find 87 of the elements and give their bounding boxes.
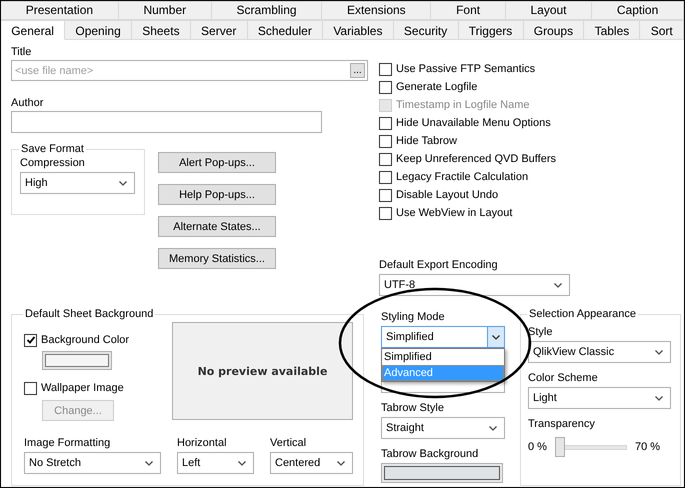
tab[interactable]: Tables <box>584 20 640 40</box>
tab[interactable]: Extensions <box>322 1 432 20</box>
field-label: Title <box>11 46 32 59</box>
checkbox[interactable] <box>379 62 392 76</box>
checkbox[interactable] <box>379 116 392 130</box>
chevron-down-icon <box>487 327 504 347</box>
group-title: Save Format <box>20 143 85 155</box>
checkbox-label[interactable]: Background Color <box>41 334 130 346</box>
browse-button[interactable]: ... <box>350 63 365 78</box>
field-label: Styling Mode <box>381 311 446 324</box>
checkbox-label[interactable]: Disable Layout Undo <box>396 189 498 201</box>
checkbox[interactable] <box>379 80 392 94</box>
field-label: Vertical <box>270 437 308 450</box>
checkbox-label[interactable]: Use WebView in Layout <box>396 207 512 219</box>
preview-text: No preview available <box>198 364 328 378</box>
group-title: Default Sheet Background <box>24 308 154 320</box>
tab[interactable]: Variables <box>323 20 394 40</box>
dialog-button[interactable]: Help Pop-ups... <box>158 184 276 205</box>
checkbox-label[interactable]: Hide Tabrow <box>396 135 457 147</box>
title-field[interactable]: <use file name> ... <box>11 60 368 81</box>
field-label: Color Scheme <box>528 372 599 385</box>
field-label: Compression <box>20 157 86 170</box>
checkbox[interactable] <box>379 134 392 148</box>
checkbox[interactable] <box>379 152 392 166</box>
field-label: Tabrow Style <box>381 402 445 415</box>
field-label: Image Formatting <box>24 437 112 450</box>
tab[interactable]: Caption <box>592 1 684 20</box>
dropdown-option[interactable]: Simplified <box>382 349 504 365</box>
checkbox[interactable] <box>379 170 392 184</box>
chevron-down-icon <box>119 181 127 186</box>
compression-dropdown[interactable]: High <box>20 172 135 194</box>
color-swatch[interactable] <box>381 463 503 483</box>
chevron-down-icon <box>655 396 663 401</box>
tab[interactable]: Presentation <box>1 1 119 20</box>
dialog-button[interactable]: Alternate States... <box>158 216 276 237</box>
styling-mode-dropdown[interactable]: Simplified <box>381 326 505 348</box>
slider-track[interactable] <box>554 437 627 457</box>
checkbox-label[interactable]: Generate Logfile <box>396 81 478 93</box>
style-dropdown[interactable]: QlikView Classic <box>528 341 671 363</box>
chevron-down-icon <box>337 461 345 466</box>
color-swatch[interactable] <box>42 351 112 370</box>
tab[interactable]: Scrambling <box>212 1 322 20</box>
chevron-down-icon <box>489 426 497 431</box>
tab[interactable]: Sort <box>640 20 684 40</box>
field-label: Transparency <box>528 418 596 431</box>
tab[interactable]: Groups <box>524 20 584 40</box>
horizontal-dropdown[interactable]: Left <box>177 452 254 474</box>
field-label: Horizontal <box>177 437 228 450</box>
field-label: Author <box>11 97 44 110</box>
tab[interactable]: Font <box>431 1 506 20</box>
tab[interactable]: General <box>1 20 66 40</box>
author-field[interactable] <box>11 111 322 133</box>
checkbox-label[interactable]: Keep Unreferenced QVD Buffers <box>396 153 556 165</box>
chevron-down-icon <box>655 350 663 355</box>
image-formatting-dropdown[interactable]: No Stretch <box>24 452 161 474</box>
chevron-down-icon <box>554 283 562 288</box>
tab[interactable]: Server <box>190 20 248 40</box>
chevron-down-icon <box>238 461 246 466</box>
slider-max-label: 70 % <box>634 441 660 453</box>
field-label: Tabrow Background <box>381 448 480 461</box>
tab[interactable]: Layout <box>506 1 592 20</box>
checkbox[interactable] <box>24 334 37 346</box>
checkbox-label[interactable]: Hide Unavailable Menu Options <box>396 117 551 129</box>
tab[interactable]: Sheets <box>132 20 191 40</box>
dialog-button[interactable]: Alert Pop-ups... <box>158 152 276 173</box>
encoding-dropdown[interactable]: UTF-8 <box>379 274 570 296</box>
chevron-down-icon <box>145 461 153 466</box>
slider-thumb[interactable] <box>554 437 565 457</box>
checkbox[interactable] <box>24 382 37 394</box>
checkbox-label[interactable]: Use Passive FTP Semantics <box>396 63 536 75</box>
slider-min-label: 0 % <box>528 441 547 453</box>
tab[interactable]: Triggers <box>458 20 524 40</box>
tab[interactable]: Scheduler <box>248 20 324 40</box>
field-label: Style <box>528 326 554 339</box>
field-label: Default Export Encoding <box>379 259 499 272</box>
tab[interactable]: Opening <box>65 20 132 40</box>
vertical-dropdown[interactable]: Centered <box>270 452 353 474</box>
color-scheme-dropdown[interactable]: Light <box>528 387 671 409</box>
checkbox[interactable] <box>379 188 392 202</box>
group-title: Selection Appearance <box>528 308 638 320</box>
dialog-button[interactable]: Memory Statistics... <box>158 248 276 269</box>
tab[interactable]: Number <box>118 1 212 20</box>
checkbox-label[interactable]: Wallpaper Image <box>41 382 124 394</box>
checkbox[interactable] <box>379 206 392 220</box>
tabrow-style-dropdown[interactable]: Straight <box>381 417 505 439</box>
checkbox-label[interactable]: Legacy Fractile Calculation <box>396 171 528 183</box>
tab[interactable]: Security <box>394 20 458 40</box>
